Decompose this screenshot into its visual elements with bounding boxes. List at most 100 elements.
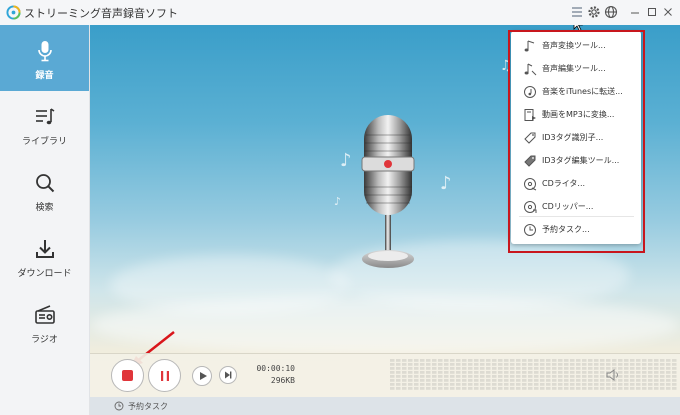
list-icon[interactable] [569,4,585,20]
level-meter-cell [432,379,437,382]
level-meter-cell [582,379,587,382]
level-meter-cell [504,371,509,374]
menu-item-label: CDライタ... [542,179,586,188]
globe-icon[interactable] [603,4,619,20]
level-meter-cell [672,359,677,362]
level-meter-cell [564,359,569,362]
close-icon[interactable] [660,4,676,20]
level-meter-cell [450,379,455,382]
menu-item-video-to-mp3[interactable]: 動画をMP3に変換... [511,104,641,127]
menu-item-cd-writer[interactable]: CDライタ... [511,173,641,196]
menu-item-id3-editor[interactable]: ID3タグ編集ツール... [511,150,641,173]
menu-item-audio-editor[interactable]: 音声編集ツール... [511,58,641,81]
clock-icon [114,401,124,411]
level-meter-cell [450,387,455,390]
level-meter-cell [516,359,521,362]
level-meter-cell [666,375,671,378]
level-meter-cell [456,375,461,378]
level-meter-cell [420,371,425,374]
level-meter-cell [564,371,569,374]
level-meter-cell [576,367,581,370]
level-meter-cell [450,359,455,362]
level-meter-cell [636,387,641,390]
level-meter-cell [618,383,623,386]
level-meter-cell [552,363,557,366]
level-meter-cell [498,383,503,386]
download-icon [36,240,54,258]
level-meter-cell [666,379,671,382]
level-meter-cell [402,359,407,362]
level-meter-cell [390,387,395,390]
level-meter-cell [594,367,599,370]
level-meter-cell [426,359,431,362]
sidebar-item-recording[interactable]: 録音 [0,25,89,91]
level-meter-cell [432,383,437,386]
level-meter-cell [648,387,653,390]
level-meter-cell [552,371,557,374]
level-meter-cell [516,363,521,366]
level-meter-cell [576,375,581,378]
level-meter-cell [660,383,665,386]
sidebar-item-label: 録音 [35,71,54,81]
level-meter-cell [492,371,497,374]
scheduled-task-link[interactable]: 予約タスク [128,401,168,412]
level-meter-cell [534,387,539,390]
sidebar-item-label: 検索 [35,203,54,213]
sidebar-item-download[interactable]: ダウンロード [0,223,89,289]
level-meter-cell [594,383,599,386]
level-meter-cell [408,375,413,378]
level-meter-cell [558,387,563,390]
level-meter-cell [540,387,545,390]
gear-icon[interactable] [586,4,602,20]
menu-item-scheduled-task[interactable]: 予約タスク... [511,219,641,242]
level-meter-cell [390,363,395,366]
menu-item-transfer-itunes[interactable]: 音楽をiTunesに転送... [511,81,641,104]
level-meter-cell [642,379,647,382]
level-meter-cell [666,387,671,390]
next-button[interactable] [219,366,237,384]
pause-button[interactable] [148,359,181,392]
level-meter-cell [492,387,497,390]
record-stop-button[interactable] [111,359,144,392]
search-icon [36,174,55,193]
play-button[interactable] [192,366,212,386]
level-meter-cell [552,383,557,386]
level-meter-cell [510,387,515,390]
level-meter-cell [654,387,659,390]
level-meter-cell [528,379,533,382]
menu-item-id3-identifier[interactable]: ID3タグ識別子... [511,127,641,150]
level-meter-cell [432,359,437,362]
sidebar-item-search[interactable]: 検索 [0,157,89,223]
level-meter-cell [540,367,545,370]
music-edit-icon [524,63,537,76]
level-meter-cell [648,383,653,386]
menu-item-audio-converter[interactable]: 音声変換ツール... [511,35,641,58]
sidebar-item-library[interactable]: ライブラリ [0,91,89,157]
status-bar [90,397,680,415]
level-meter-cell [402,375,407,378]
level-meter-cell [540,379,545,382]
level-meter-cell [474,359,479,362]
level-meter-cell [522,387,527,390]
level-meter-cell [672,367,677,370]
level-meter-cell [474,363,479,366]
level-meter-cell [426,367,431,370]
volume-icon[interactable] [605,368,623,382]
level-meter-cell [612,359,617,362]
menu-item-label: 音声編集ツール... [542,64,606,73]
level-meter-cell [450,367,455,370]
level-meter-cell [528,383,533,386]
level-meter-cell [534,383,539,386]
music-note-decoration: ♪ [440,173,452,194]
cd-burn-icon [524,178,537,191]
menu-item-label: 予約タスク... [542,225,590,234]
sidebar-item-radio[interactable]: ラジオ [0,289,89,355]
level-meter-cell [600,375,605,378]
level-meter-cell [420,383,425,386]
level-meter-cell [528,387,533,390]
maximize-icon[interactable] [644,4,660,20]
level-meter-cell [594,359,599,362]
minimize-icon[interactable] [627,4,643,20]
menu-item-label: CDリッパー... [542,202,594,211]
level-meter-cell [654,367,659,370]
